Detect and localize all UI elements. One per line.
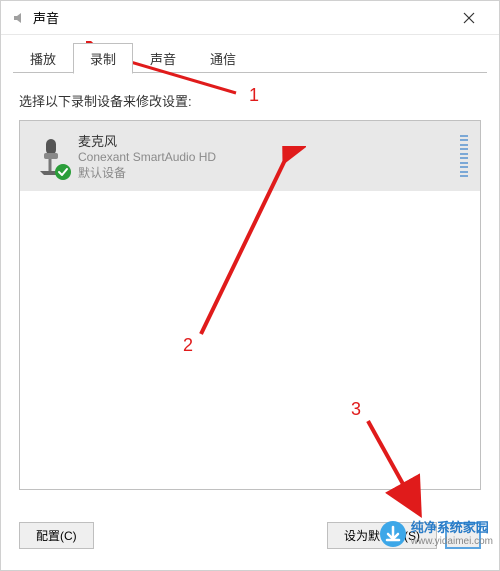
check-badge-icon [54,163,72,181]
tab-sounds[interactable]: 声音 [133,43,193,73]
close-button[interactable] [449,3,489,33]
set-default-button[interactable]: 设为默认值(S) [327,522,437,549]
bottom-buttons: 配置(C) 设为默认值(S) [1,508,499,549]
titlebar: 声音 [1,1,499,35]
tab-communications[interactable]: 通信 [193,43,253,73]
configure-button[interactable]: 配置(C) [19,522,94,549]
sound-dialog: 声音 播放 录制 声音 通信 选择以下录制设备来修改设置: [0,0,500,571]
tab-playback[interactable]: 播放 [13,43,73,73]
device-labels: 麦克风 Conexant SmartAudio HD 默认设备 [78,131,460,181]
instruction-text: 选择以下录制设备来修改设置: [19,91,481,110]
device-item-microphone[interactable]: 麦克风 Conexant SmartAudio HD 默认设备 [20,121,480,191]
window-title: 声音 [33,8,449,27]
tab-recording[interactable]: 录制 [73,43,133,74]
content-area: 选择以下录制设备来修改设置: 麦克风 [1,73,499,508]
device-listbox[interactable]: 麦克风 Conexant SmartAudio HD 默认设备 [19,120,481,490]
device-status: 默认设备 [78,164,460,181]
device-driver: Conexant SmartAudio HD [78,150,460,164]
tab-bar: 播放 录制 声音 通信 [1,35,499,73]
device-name: 麦克风 [78,131,460,150]
properties-button[interactable] [445,522,481,549]
sound-icon [11,10,27,26]
microphone-icon [32,135,68,177]
volume-level-meter [460,135,468,177]
